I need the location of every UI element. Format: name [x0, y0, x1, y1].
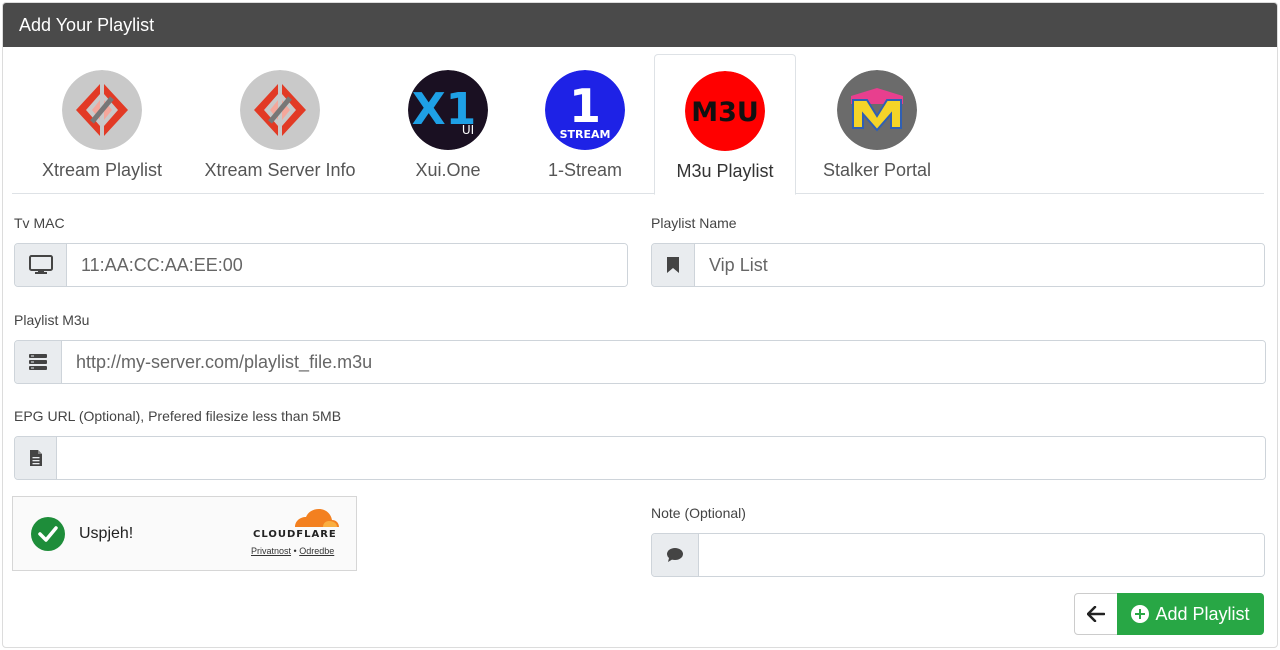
monitor-icon	[15, 244, 67, 286]
xtream-logo-icon	[62, 70, 142, 150]
bookmark-icon	[652, 244, 695, 286]
privacy-link[interactable]: Privatnost	[251, 546, 291, 556]
tab-label: Xui.One	[415, 160, 481, 180]
link-separator: •	[293, 546, 297, 556]
provider-tabs: Xtream Playlist Xtream Server Info X1 UI…	[12, 54, 1264, 195]
add-playlist-label: Add Playlist	[1155, 603, 1250, 624]
tab-label: M3u Playlist	[676, 161, 774, 181]
svg-text:UI: UI	[462, 123, 474, 137]
tab-label: Xtream Server Info	[204, 160, 356, 180]
epg-url-group	[14, 436, 1266, 480]
plus-circle-icon	[1131, 605, 1150, 623]
svg-text:M3U: M3U	[691, 97, 759, 128]
server-icon	[15, 341, 62, 383]
epg-url-label: EPG URL (Optional), Prefered filesize le…	[14, 408, 342, 424]
playlist-name-group	[651, 243, 1265, 287]
add-playlist-button[interactable]: Add Playlist	[1117, 593, 1264, 635]
tv-mac-input[interactable]	[67, 244, 627, 286]
cloudflare-turnstile[interactable]: Uspjeh! CLOUDFLARE Privatnost • Odredbe	[12, 496, 357, 571]
stalker-portal-logo-icon	[837, 70, 917, 150]
tab-xtream-playlist[interactable]: Xtream Playlist	[20, 54, 184, 194]
playlist-m3u-input[interactable]	[62, 341, 1265, 383]
tab-label: Stalker Portal	[822, 160, 932, 180]
xtream-logo-icon	[240, 70, 320, 150]
note-label: Note (Optional)	[651, 505, 746, 521]
note-input[interactable]	[699, 534, 1264, 576]
playlist-name-label: Playlist Name	[651, 215, 737, 231]
xui-one-logo-icon: X1 UI	[408, 70, 488, 150]
tab-m3u-playlist[interactable]: M3U M3u Playlist	[654, 54, 796, 195]
card-header: Add Your Playlist	[3, 3, 1277, 47]
success-check-icon	[31, 517, 65, 551]
playlist-m3u-group	[14, 340, 1266, 384]
arrow-left-icon	[1087, 606, 1105, 622]
tab-xtream-server-info[interactable]: Xtream Server Info	[192, 54, 368, 194]
tab-stalker-portal[interactable]: Stalker Portal	[808, 54, 946, 194]
comment-icon	[652, 534, 699, 576]
back-button[interactable]	[1074, 593, 1118, 635]
tab-1-stream[interactable]: 1 STREAM 1-Stream	[526, 54, 644, 194]
terms-link[interactable]: Odredbe	[299, 546, 334, 556]
file-icon	[15, 437, 57, 479]
page-title: Add Your Playlist	[19, 15, 155, 35]
captcha-status: Uspjeh!	[79, 525, 134, 542]
tab-label: 1-Stream	[547, 160, 623, 180]
playlist-name-input[interactable]	[695, 244, 1264, 286]
tab-xui-one[interactable]: X1 UI Xui.One	[388, 54, 508, 194]
m3u-logo-icon: M3U	[685, 71, 765, 151]
one-stream-logo-icon: 1 STREAM	[545, 70, 625, 150]
tv-mac-label: Tv MAC	[14, 215, 65, 231]
cloudflare-brand: CLOUDFLARE	[253, 529, 337, 540]
playlist-m3u-label: Playlist M3u	[14, 312, 90, 328]
svg-text:STREAM: STREAM	[560, 128, 611, 141]
tab-label: Xtream Playlist	[41, 160, 163, 180]
captcha-links: Privatnost • Odredbe	[251, 546, 334, 556]
epg-url-input[interactable]	[57, 437, 1265, 479]
note-group	[651, 533, 1265, 577]
tv-mac-group	[14, 243, 628, 287]
svg-text:1: 1	[569, 79, 601, 133]
